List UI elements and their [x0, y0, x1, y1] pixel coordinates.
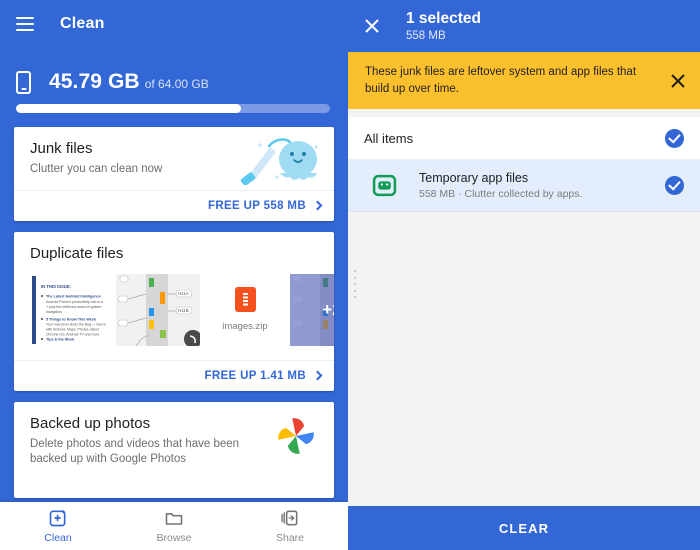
card-action-label: FREE UP 1.41 MB [204, 369, 306, 382]
nav-label: Clean [44, 532, 72, 544]
google-photos-pinwheel-icon [278, 417, 314, 454]
svg-text:navigation: navigation [46, 310, 62, 314]
check-circle-icon[interactable] [665, 128, 684, 148]
app-bar: Clean [0, 0, 348, 48]
thumbnail-document[interactable]: IN THIS ISSUE: The Latest Android Intell… [30, 273, 114, 346]
bottom-navigation-bar: Clean Browse Share [0, 502, 348, 550]
card-duplicate-files[interactable]: Duplicate files IN THIS ISSUE: The Lates… [14, 231, 334, 391]
storage-progress-fill [16, 104, 241, 113]
all-items-label: All items [364, 130, 414, 146]
close-icon[interactable] [670, 73, 686, 89]
thumbnail-zip-file[interactable]: images.zip [202, 274, 288, 346]
storage-total-label: of 64.00 GB [144, 77, 209, 91]
svg-text:Tips & the Week: Tips & the Week [46, 337, 75, 341]
nav-label: Browse [156, 532, 192, 544]
svg-text:5 Things to Know This Week: 5 Things to Know This Week [46, 317, 97, 321]
thumbnail-map[interactable]: H11A H11B [116, 273, 200, 346]
vacuum-blob-illustration [240, 138, 318, 185]
clear-button-label: CLEAR [498, 520, 550, 536]
clean-icon [49, 509, 66, 527]
svg-text:+ plus the refill/new world of: + plus the refill/new world of system [46, 305, 101, 309]
duplicate-thumbnail-strip: IN THIS ISSUE: The Latest Android Intell… [30, 273, 334, 346]
svg-text:IN THIS ISSUE:: IN THIS ISSUE: [41, 284, 71, 289]
selection-app-bar: 1 selected 558 MB [348, 0, 700, 52]
card-title: Duplicate files [30, 244, 124, 262]
storage-summary: 45.79 GB of 64.00 GB [0, 48, 348, 127]
right-phone-screen: 1 selected 558 MB These junk files are l… [348, 0, 700, 550]
nav-item-browse[interactable]: Browse [116, 508, 232, 544]
nav-item-share[interactable]: Share [232, 508, 348, 544]
svg-text:Chrome OS, Android TV and more: Chrome OS, Android TV and more [46, 332, 99, 336]
nav-item-clean[interactable]: Clean [0, 508, 116, 544]
left-phone-screen: Clean 45.79 GB of 64.00 GB Junk files Cl… [0, 0, 348, 550]
svg-text:H11A: H11A [178, 291, 189, 296]
folder-icon [165, 513, 183, 525]
svg-text:Android Police's productivity: Android Police's productivity hub is a [46, 300, 103, 304]
card-action-free-up[interactable]: FREE UP 558 MB [14, 189, 334, 221]
drag-handle-dots [354, 270, 356, 298]
hamburger-menu-icon[interactable] [16, 17, 34, 31]
check-circle-icon[interactable] [665, 176, 684, 196]
chevron-right-icon [312, 200, 323, 211]
close-icon[interactable] [364, 18, 380, 34]
nav-label: Share [275, 532, 305, 544]
storage-used-value: 45.79 GB [49, 70, 140, 93]
item-title: Temporary app files [419, 171, 529, 186]
storage-progress-bar [16, 104, 330, 113]
card-action-free-up[interactable]: FREE UP 1.41 MB [14, 359, 334, 391]
svg-text:Your new pixel shots the Bug —: Your new pixel shots the Bug — here's [46, 322, 106, 326]
svg-text:with Android, Maps, Photos, la: with Android, Maps, Photos, latest [46, 327, 99, 331]
more-count-label: +2 [322, 299, 334, 319]
card-junk-files[interactable]: Junk files Clutter you can clean now FRE… [14, 127, 334, 221]
card-list: Junk files Clutter you can clean now FRE… [0, 127, 348, 498]
zip-file-name: images.zip [222, 321, 268, 333]
info-banner: These junk files are leftover system and… [348, 52, 700, 110]
banner-message: These junk files are leftover system and… [365, 66, 637, 95]
phone-icon [16, 70, 31, 94]
selection-size: 558 MB [406, 30, 446, 42]
all-items-row[interactable]: All items [348, 117, 700, 160]
card-subtitle: Delete photos and videos that have been … [30, 437, 240, 466]
item-subtitle: 558 MB · Clutter collected by apps. [419, 188, 583, 201]
selection-count: 1 selected [406, 10, 481, 27]
svg-text:H11B: H11B [178, 308, 189, 313]
zip-file-icon [234, 287, 256, 313]
clear-button[interactable]: CLEAR [348, 506, 700, 550]
list-item[interactable]: Temporary app files 558 MB · Clutter col… [348, 159, 700, 213]
thumbnail-more-overlay[interactable]: +2 [290, 273, 334, 346]
app-title: Clean [60, 15, 105, 32]
card-backed-up-photos[interactable]: Backed up photos Delete photos and video… [14, 401, 334, 498]
banner-spacer [348, 109, 700, 118]
dual-screenshot-container: Clean 45.79 GB of 64.00 GB Junk files Cl… [0, 0, 700, 550]
share-icon [281, 510, 298, 526]
chevron-right-icon [312, 370, 323, 381]
svg-text:The Latest Android Intelligenc: The Latest Android Intelligence [46, 294, 101, 298]
android-app-icon [372, 175, 397, 197]
card-action-label: FREE UP 558 MB [208, 199, 306, 212]
